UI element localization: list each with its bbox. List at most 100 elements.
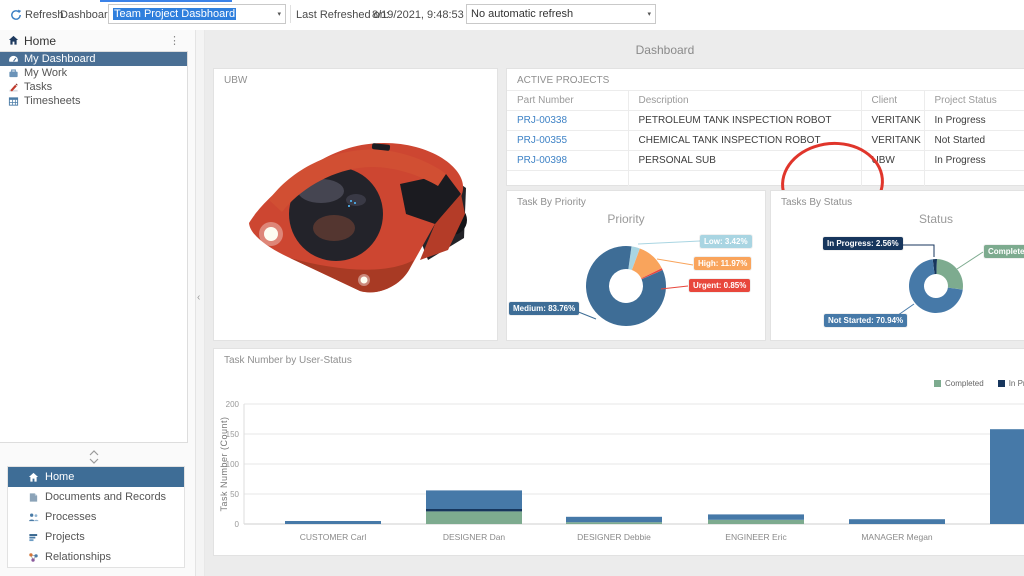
callout-urgent: Urgent: 0.85%: [689, 279, 750, 292]
cell-client: UBW: [861, 151, 924, 171]
svg-text:0: 0: [235, 520, 240, 529]
svg-text:CUSTOMER Carl: CUSTOMER Carl: [300, 532, 367, 542]
refresh-button[interactable]: Refresh: [25, 9, 64, 21]
chevron-down-icon[interactable]: ▾: [271, 10, 281, 18]
panel-title: ACTIVE PROJECTS: [507, 69, 1024, 88]
sidebar-item-timesheets[interactable]: Timesheets: [0, 94, 187, 108]
nav-item-home[interactable]: Home: [8, 467, 184, 487]
project-link[interactable]: PRJ-00338: [517, 115, 567, 126]
task-number-by-user-status-panel: Task Number by User-Status Completed In …: [213, 348, 1024, 556]
refresh-icon[interactable]: [10, 9, 22, 21]
active-tab-indicator: [100, 0, 232, 2]
collapse-sidebar-icon[interactable]: ‹: [197, 292, 200, 303]
cell-status: In Progress: [924, 151, 1024, 171]
nav-item-documents-and-records[interactable]: Documents and Records: [8, 487, 184, 507]
svg-text:Task Number (Count): Task Number (Count): [219, 416, 229, 511]
column-header-client[interactable]: Client: [861, 91, 924, 111]
cell-client: VERITANK: [861, 131, 924, 151]
svg-text:MANAGER Megan: MANAGER Megan: [861, 532, 933, 542]
home-icon: [28, 472, 39, 483]
nav-item-label: Documents and Records: [45, 491, 166, 503]
callout-in-progress: In Progress: 2.56%: [823, 237, 903, 250]
relationships-icon: [28, 552, 39, 563]
cell-description: PETROLEUM TANK INSPECTION ROBOT: [628, 111, 861, 131]
dashboard-content: Dashboard UBW: [205, 30, 1024, 576]
table-header-row: Part Number Description Client Project S…: [507, 91, 1024, 111]
column-header-project-status[interactable]: Project Status: [924, 91, 1024, 111]
toolbar-separator: [290, 5, 291, 23]
table-row-empty: [507, 171, 1024, 191]
page-title: Dashboard: [205, 43, 1024, 57]
gantt-bars-icon: [28, 532, 39, 543]
pencil-icon: [8, 82, 19, 93]
dashboard-select[interactable]: Team Project Dasbhoard ▾: [108, 4, 286, 24]
stacked-bar-chart: 050100150200CUSTOMER CarlDESIGNER DanDES…: [214, 349, 1024, 555]
column-header-part-number[interactable]: Part Number: [507, 91, 628, 111]
document-icon: [28, 492, 39, 503]
svg-text:200: 200: [226, 400, 240, 409]
sidebar-header: Home ⋮: [0, 30, 188, 51]
panel-title: UBW: [214, 69, 497, 88]
callout-low: Low: 3.42%: [700, 235, 752, 248]
cell-description: CHEMICAL TANK INSPECTION ROBOT: [628, 131, 861, 151]
sidebar-item-label: Timesheets: [24, 95, 80, 107]
active-projects-panel: ACTIVE PROJECTS Part Number Description …: [506, 68, 1024, 186]
dashboard-label: Dashboard: [60, 9, 114, 21]
auto-refresh-select[interactable]: No automatic refresh ▾: [466, 4, 656, 24]
nav-item-projects[interactable]: Projects: [8, 527, 184, 547]
column-header-description[interactable]: Description: [628, 91, 861, 111]
table-row[interactable]: PRJ-00355 CHEMICAL TANK INSPECTION ROBOT…: [507, 131, 1024, 151]
sidebar-item-label: Tasks: [24, 81, 52, 93]
table-icon: [8, 96, 19, 107]
sidebar-item-my-work[interactable]: My Work: [0, 66, 187, 80]
chevron-up-icon[interactable]: [89, 450, 99, 456]
sidebar-item-my-dashboard[interactable]: My Dashboard: [0, 52, 187, 66]
nav-item-label: Home: [45, 471, 74, 483]
dashboard-select-value: Team Project Dasbhoard: [113, 8, 236, 20]
briefcase-icon: [8, 68, 19, 79]
toolbar: Refresh Dashboard Team Project Dasbhoard…: [0, 0, 1024, 31]
sidebar-item-tasks[interactable]: Tasks: [0, 80, 187, 94]
sidebar-bottom-nav: Home Documents and Records Processes Pro…: [7, 466, 185, 568]
auto-refresh-value: No automatic refresh: [471, 8, 573, 20]
chevron-down-icon[interactable]: ▾: [641, 10, 651, 18]
tasks-by-status-panel: Tasks By Status Status In Progress: 2.56…: [770, 190, 1024, 341]
cell-status: Not Started: [924, 131, 1024, 151]
submarine-illustration: [214, 88, 499, 333]
svg-text:50: 50: [230, 490, 239, 499]
sidebar-item-label: My Work: [24, 67, 67, 79]
sidebar: Home ⋮ My Dashboard My Work Tasks: [0, 30, 196, 576]
app-window: Refresh Dashboard Team Project Dasbhoard…: [0, 0, 1024, 576]
callout-high: High: 11.97%: [694, 257, 751, 270]
cell-client: VERITANK: [861, 111, 924, 131]
svg-text:DESIGNER Dan: DESIGNER Dan: [443, 532, 506, 542]
nav-item-label: Relationships: [45, 551, 111, 563]
callout-not-started: Not Started: 70.94%: [824, 314, 907, 327]
project-link[interactable]: PRJ-00398: [517, 155, 567, 166]
task-by-priority-panel: Task By Priority Priority Low: 3.42% Hig…: [506, 190, 766, 341]
nav-item-processes[interactable]: Processes: [8, 507, 184, 527]
table-row[interactable]: PRJ-00398 PERSONAL SUB UBW In Progress: [507, 151, 1024, 171]
nav-item-label: Projects: [45, 531, 85, 543]
sidebar-header-title: Home: [24, 34, 56, 48]
sidebar-resize-handle[interactable]: ‹: [196, 30, 205, 576]
svg-text:DESIGNER Debbie: DESIGNER Debbie: [577, 532, 651, 542]
home-icon: [8, 35, 19, 46]
chevron-down-icon[interactable]: [89, 458, 99, 464]
svg-text:ENGINEER Eric: ENGINEER Eric: [725, 532, 787, 542]
gauge-icon: [8, 54, 19, 65]
cell-status: In Progress: [924, 111, 1024, 131]
nav-item-relationships[interactable]: Relationships: [8, 547, 184, 567]
table-row[interactable]: PRJ-00338 PETROLEUM TANK INSPECTION ROBO…: [507, 111, 1024, 131]
kebab-menu-icon[interactable]: ⋮: [169, 34, 180, 47]
ubw-image-panel: UBW: [213, 68, 498, 341]
callout-medium: Medium: 83.76%: [509, 302, 579, 315]
callout-completed: Completed: [984, 245, 1024, 258]
active-projects-table: Part Number Description Client Project S…: [507, 90, 1024, 190]
project-link[interactable]: PRJ-00355: [517, 135, 567, 146]
nav-item-label: Processes: [45, 511, 96, 523]
sidebar-item-label: My Dashboard: [24, 53, 96, 65]
people-icon: [28, 512, 39, 523]
cell-description: PERSONAL SUB: [628, 151, 861, 171]
sidebar-tree: My Dashboard My Work Tasks Timesheets: [0, 51, 188, 443]
